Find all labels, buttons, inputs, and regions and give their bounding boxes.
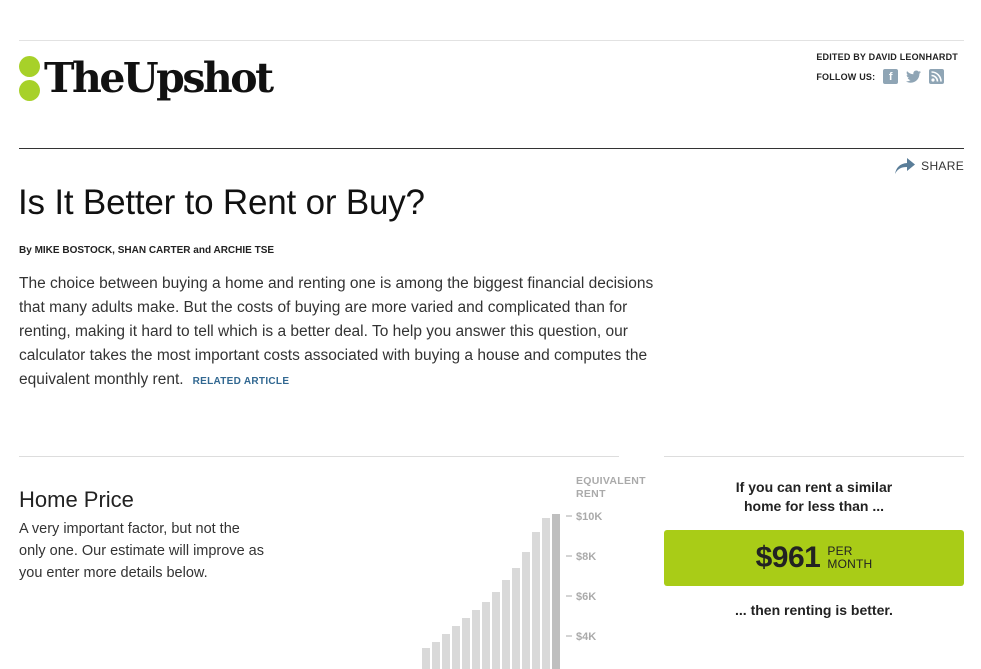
twitter-icon[interactable] — [906, 69, 922, 84]
logo-text: TheUpshot — [44, 54, 274, 102]
masthead-meta: EDITED BY DAVID LEONHARDT FOLLOW US: f — [816, 52, 958, 84]
share-label: SHARE — [921, 159, 964, 173]
intro-paragraph: The choice between buying a home and ren… — [19, 272, 659, 394]
chart-bar — [552, 514, 560, 669]
rss-icon[interactable] — [929, 69, 945, 84]
chart-tick-label: $4K — [576, 631, 596, 643]
main-divider — [19, 148, 964, 149]
result-divider — [664, 456, 964, 457]
chart-bar — [492, 592, 500, 669]
follow-row: FOLLOW US: f — [816, 69, 958, 84]
follow-label: FOLLOW US: — [816, 71, 876, 82]
page-title: Is It Better to Rent or Buy? — [18, 183, 425, 222]
chart-bar — [522, 552, 530, 669]
byline-authors[interactable]: MIKE BOSTOCK, SHAN CARTER — [35, 245, 191, 256]
chart-bar — [532, 532, 540, 669]
intro-text: The choice between buying a home and ren… — [19, 275, 654, 388]
result-conclusion: ... then renting is better. — [735, 602, 893, 618]
rent-unit-per: PER — [827, 544, 853, 558]
related-article-link[interactable]: RELATED ARTICLE — [193, 376, 290, 387]
rent-amount: $961 — [755, 541, 821, 574]
chart-bar — [422, 648, 430, 669]
chart-tick-label: $10K — [576, 511, 602, 523]
result-panel: If you can rent a similar home for less … — [664, 478, 964, 618]
chart-bar — [542, 518, 550, 669]
byline: By MIKE BOSTOCK, SHAN CARTER and ARCHIE … — [19, 245, 274, 256]
section-divider — [19, 456, 619, 457]
equivalent-rent-chart[interactable]: $10K $8K $6K $4K — [420, 470, 660, 669]
byline-prefix: By — [19, 245, 35, 256]
chart-bar — [502, 580, 510, 669]
share-arrow-icon — [895, 158, 916, 174]
chart-bar — [472, 610, 480, 669]
rent-threshold-badge: $961 PER MONTH — [664, 530, 964, 586]
chart-tick-label: $8K — [576, 551, 596, 563]
top-divider — [19, 40, 964, 41]
rent-unit-month: MONTH — [827, 557, 873, 571]
facebook-icon[interactable]: f — [883, 69, 899, 84]
chart-bar — [462, 618, 470, 669]
chart-tick-label: $6K — [576, 591, 596, 603]
chart-bar — [482, 602, 490, 669]
edited-by: EDITED BY DAVID LEONHARDT — [816, 52, 958, 62]
home-price-title: Home Price — [19, 487, 134, 512]
chart-bar — [512, 568, 520, 669]
byline-authors-last[interactable]: ARCHIE TSE — [213, 245, 274, 256]
logo-dots-icon — [19, 56, 40, 101]
share-button[interactable]: SHARE — [895, 158, 964, 174]
result-question: If you can rent a similar home for less … — [735, 479, 893, 514]
upshot-logo[interactable]: TheUpshot — [19, 54, 274, 102]
chart-bar — [432, 642, 440, 669]
rent-unit: PER MONTH — [827, 545, 872, 571]
home-price-description: A very important factor, but not the onl… — [19, 521, 264, 581]
chart-bar — [442, 634, 450, 669]
byline-and: and — [190, 245, 214, 256]
chart-bar — [452, 626, 460, 669]
